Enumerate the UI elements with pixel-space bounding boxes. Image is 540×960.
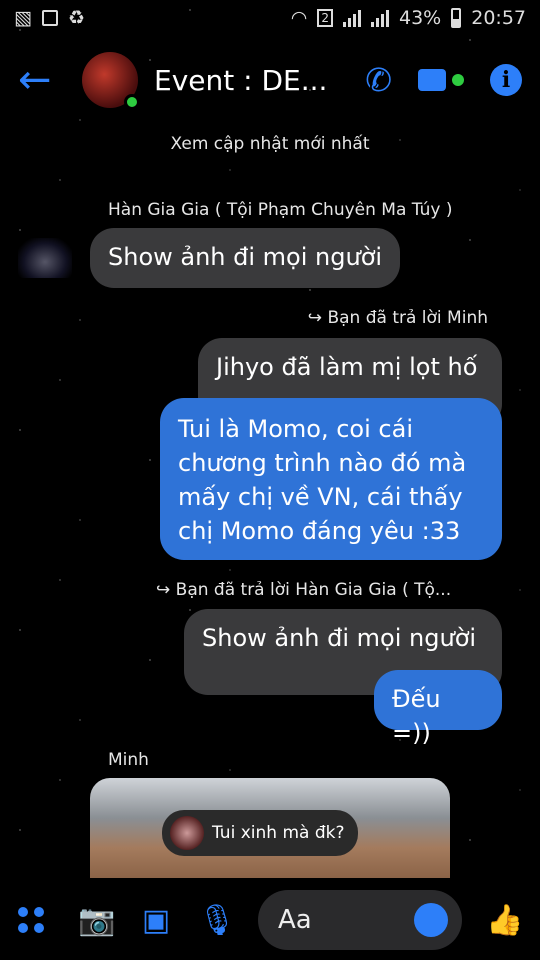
phone-icon[interactable]: ✆ [365,61,392,99]
sender-avatar[interactable] [18,238,72,278]
sent-message-bubble[interactable]: Tui là Momo, coi cái chương trình nào đó… [160,398,502,560]
battery-icon [451,8,462,28]
battery-percent: 43% [399,7,442,29]
photo-message[interactable]: Tui xinh mà đk? [90,778,450,878]
signal-icon [343,9,361,27]
clock: 20:57 [471,7,526,29]
microphone-icon[interactable]: 🎙 [198,903,236,938]
reply-label-text: Bạn đã trả lời Minh [327,308,488,328]
message-bubble[interactable]: Show ảnh đi mọi người [90,228,401,288]
signal-2-icon [371,9,389,27]
sender-name: Hàn Gia Gia ( Tội Phạm Chuyên Ma Túy ) [108,200,453,220]
camera-icon[interactable]: 📷 [78,903,115,938]
chip-avatar [170,816,204,850]
reply-label: ↪ Bạn đã trả lời Hàn Gia Gia ( Tộ... [156,580,451,600]
photo-reply-chip[interactable]: Tui xinh mà đk? [162,810,359,856]
chat-header: ← Event : DE... ✆ i [0,36,540,124]
sim-badge: 2 [317,9,333,27]
sent-message-bubble[interactable]: Đếu =)) [374,670,502,747]
more-actions-icon[interactable] [18,907,54,933]
recycle-notification-icon: ♻ [67,7,85,29]
system-notice[interactable]: Xem cập nhật mới nhất [0,134,540,154]
screenshot-notification-icon [41,10,58,26]
video-camera-icon[interactable] [418,69,464,91]
reply-arrow-icon: ↪ [156,580,171,600]
info-icon[interactable]: i [490,64,522,96]
image-notification-icon: ▧ [14,7,32,29]
like-thumbs-up-icon[interactable]: 👍 [486,903,523,938]
conversation-title[interactable]: Event : DE... [154,64,365,97]
sender-name: Minh [108,750,149,770]
photo-caption: Tui xinh mà đk? [212,823,345,843]
back-arrow-icon[interactable]: ← [18,57,68,103]
status-bar: ▧ ♻ ◠ 2 43% 20:57 [0,0,540,36]
wifi-icon: ◠ [290,7,308,29]
group-avatar[interactable] [82,52,140,110]
message-composer: 📷 ▣ 🎙 Aa 👍 [0,880,540,960]
gallery-icon[interactable]: ▣ [138,903,174,938]
message-input[interactable]: Aa [258,890,462,950]
reply-arrow-icon: ↪ [307,308,323,328]
reply-label-text: Bạn đã trả lời Hàn Gia Gia ( Tộ... [175,580,452,600]
emoji-icon[interactable] [414,903,448,937]
message-input-placeholder: Aa [278,905,312,935]
reply-label: ↪ Bạn đã trả lời Minh [308,308,488,328]
online-indicator [124,94,140,110]
